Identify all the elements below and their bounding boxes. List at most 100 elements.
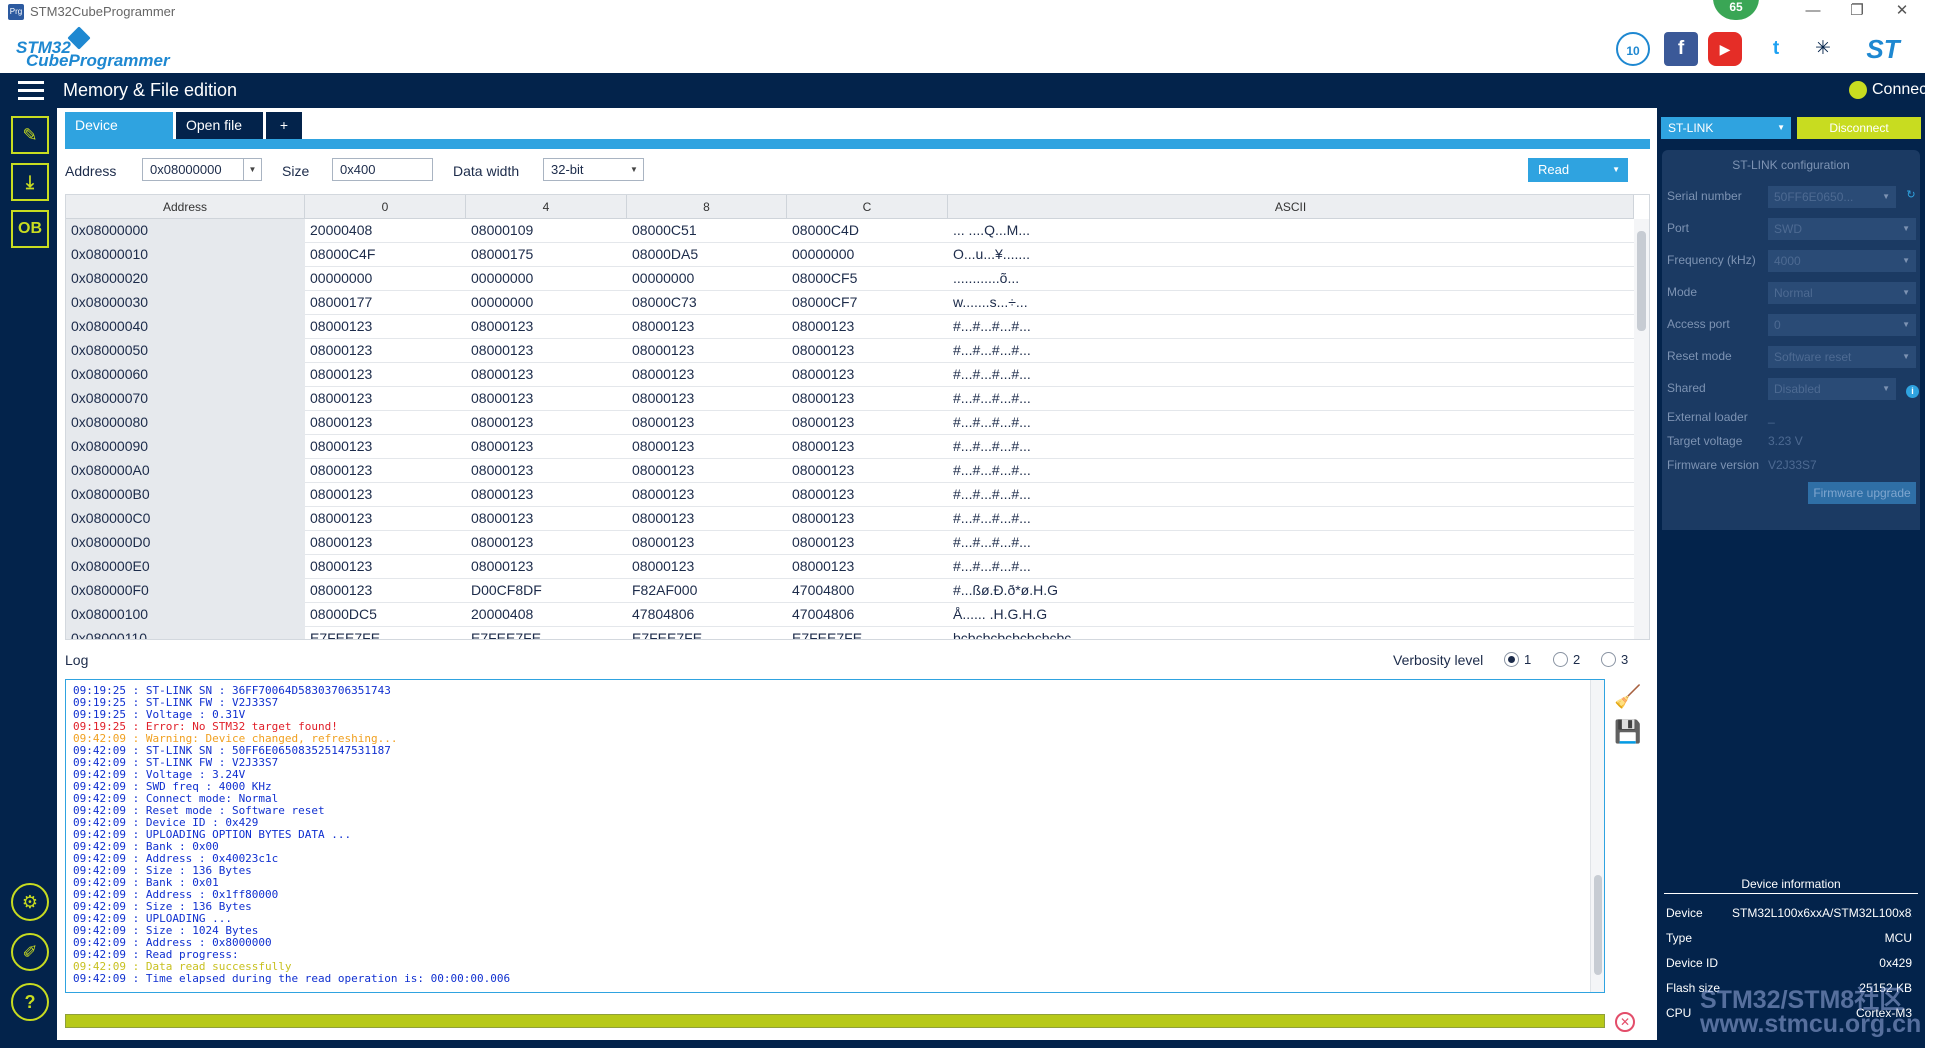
tab-add[interactable]: +	[266, 112, 302, 139]
data-cell[interactable]: 08000123	[627, 363, 787, 387]
table-row[interactable]: 0x08000040 08000123 08000123 08000123 080001…	[66, 315, 1634, 339]
cancel-icon[interactable]: ✕	[1615, 1012, 1635, 1032]
data-cell[interactable]: 08000123	[305, 459, 466, 483]
data-cell[interactable]: 08000123	[466, 339, 627, 363]
data-cell[interactable]: 08000123	[466, 531, 627, 555]
data-cell[interactable]: E7FEE7FE	[305, 627, 466, 639]
download-icon[interactable]: ⤓	[11, 163, 49, 201]
data-cell[interactable]: E7FEE7FE	[787, 627, 948, 639]
data-cell[interactable]: 47804806	[627, 603, 787, 627]
data-cell[interactable]: 00000000	[787, 243, 948, 267]
data-cell[interactable]: 08000123	[305, 555, 466, 579]
config-select[interactable]: SWD ▼	[1768, 218, 1916, 240]
settings-icon[interactable]: ⚙	[11, 883, 49, 921]
interface-select[interactable]: ST-LINK ▼	[1661, 117, 1791, 139]
twitter-icon[interactable]: t	[1759, 32, 1793, 66]
chevron-down-icon[interactable]: ▼	[1902, 250, 1910, 272]
table-row[interactable]: 0x080000A0 08000123 08000123 08000123 080001…	[66, 459, 1634, 483]
data-cell[interactable]: 08000123	[627, 555, 787, 579]
data-cell[interactable]: E7FEE7FE	[627, 627, 787, 639]
chevron-down-icon[interactable]: ▼	[625, 159, 643, 180]
data-cell[interactable]: 08000175	[466, 243, 627, 267]
config-select[interactable]: Software reset ▼	[1768, 346, 1916, 368]
chevron-down-icon[interactable]: ▼	[1777, 117, 1785, 139]
data-cell[interactable]: 08000DA5	[627, 243, 787, 267]
data-cell[interactable]: 08000DC5	[305, 603, 466, 627]
memory-table[interactable]: Address 0 4 8 C ASCII 0x08000000 20000408 08000…	[65, 194, 1650, 640]
data-cell[interactable]: 08000123	[787, 339, 948, 363]
verbosity-radio-2[interactable]	[1553, 652, 1568, 667]
chevron-down-icon[interactable]: ▼	[1882, 378, 1890, 400]
table-row[interactable]: 0x08000010 08000C4F 08000175 08000DA5 000000…	[66, 243, 1634, 267]
table-row[interactable]: 0x08000000 20000408 08000109 08000C51 08000C…	[66, 219, 1634, 243]
table-row[interactable]: 0x080000C0 08000123 08000123 08000123 080001…	[66, 507, 1634, 531]
config-select[interactable]: 50FF6E0650... ▼	[1768, 186, 1896, 208]
data-cell[interactable]: 08000123	[627, 483, 787, 507]
minimize-button[interactable]: —	[1793, 1, 1833, 21]
help-icon[interactable]: ?	[11, 983, 49, 1021]
data-cell[interactable]: 08000109	[466, 219, 627, 243]
table-row[interactable]: 0x080000F0 08000123 D00CF8DF F82AF000 470048…	[66, 579, 1634, 603]
data-cell[interactable]: 08000123	[305, 483, 466, 507]
data-cell[interactable]: 00000000	[627, 267, 787, 291]
table-row[interactable]: 0x080000D0 08000123 08000123 08000123 080001…	[66, 531, 1634, 555]
column-header[interactable]: 0	[305, 195, 466, 219]
data-cell[interactable]: 08000123	[627, 507, 787, 531]
data-cell[interactable]: E7FEE7FE	[466, 627, 627, 639]
firmware-upgrade-button[interactable]: Firmware upgrade	[1808, 482, 1916, 504]
chevron-down-icon[interactable]: ▼	[1902, 282, 1910, 304]
data-cell[interactable]: 08000CF5	[787, 267, 948, 291]
read-button[interactable]: Read ▼	[1528, 158, 1628, 182]
data-cell[interactable]: 00000000	[466, 291, 627, 315]
log-scrollbar[interactable]	[1590, 680, 1604, 992]
data-cell[interactable]: 08000123	[305, 507, 466, 531]
config-select[interactable]: Disabled ▼	[1768, 378, 1896, 400]
data-cell[interactable]: 08000123	[466, 459, 627, 483]
table-row[interactable]: 0x08000060 08000123 08000123 08000123 080001…	[66, 363, 1634, 387]
data-cell[interactable]: 08000C73	[627, 291, 787, 315]
table-row[interactable]: 0x080000E0 08000123 08000123 08000123 080001…	[66, 555, 1634, 579]
maximize-button[interactable]: ❐	[1837, 1, 1877, 21]
data-width-select[interactable]: 32-bit ▼	[543, 158, 644, 181]
data-cell[interactable]: 08000123	[787, 387, 948, 411]
tools-icon[interactable]: ✐	[11, 933, 49, 971]
data-cell[interactable]: 08000123	[466, 507, 627, 531]
chevron-down-icon[interactable]: ▼	[1612, 158, 1620, 182]
data-cell[interactable]: 08000C4D	[787, 219, 948, 243]
chevron-down-icon[interactable]: ▼	[1902, 346, 1910, 368]
data-cell[interactable]: 08000123	[627, 411, 787, 435]
tab-open-file[interactable]: Open file	[176, 112, 263, 139]
data-cell[interactable]: 08000123	[627, 387, 787, 411]
table-row[interactable]: 0x08000050 08000123 08000123 08000123 080001…	[66, 339, 1634, 363]
facebook-icon[interactable]: f	[1664, 32, 1698, 66]
table-row[interactable]: 0x08000080 08000123 08000123 08000123 080001…	[66, 411, 1634, 435]
memory-table-scrollbar[interactable]	[1634, 219, 1649, 639]
refresh-icon[interactable]: ↻	[1904, 188, 1918, 202]
tab-device-memory[interactable]: Device memory	[65, 112, 173, 160]
save-log-icon[interactable]: 💾	[1614, 719, 1641, 745]
option-bytes-icon[interactable]: OB	[11, 210, 49, 248]
chevron-down-icon[interactable]: ▼	[243, 159, 261, 180]
data-cell[interactable]: 08000123	[787, 435, 948, 459]
data-cell[interactable]: 08000123	[627, 459, 787, 483]
data-cell[interactable]: 08000123	[305, 339, 466, 363]
data-cell[interactable]: 47004806	[787, 603, 948, 627]
data-cell[interactable]: D00CF8DF	[466, 579, 627, 603]
data-cell[interactable]: 00000000	[305, 267, 466, 291]
data-cell[interactable]: 08000123	[787, 459, 948, 483]
data-cell[interactable]: 08000123	[787, 411, 948, 435]
data-cell[interactable]: 08000123	[466, 363, 627, 387]
table-row[interactable]: 0x08000090 08000123 08000123 08000123 080001…	[66, 435, 1634, 459]
data-cell[interactable]: 08000123	[466, 483, 627, 507]
config-select[interactable]: 0 ▼	[1768, 314, 1916, 336]
size-input[interactable]: 0x400	[332, 158, 433, 181]
data-cell[interactable]: 08000123	[627, 531, 787, 555]
chevron-down-icon[interactable]: ▼	[1902, 314, 1910, 336]
data-cell[interactable]: 08000123	[787, 483, 948, 507]
data-cell[interactable]: 08000123	[787, 315, 948, 339]
data-cell[interactable]: 00000000	[466, 267, 627, 291]
info-icon[interactable]: i	[1906, 385, 1919, 398]
data-cell[interactable]: 08000123	[466, 315, 627, 339]
data-cell[interactable]: 08000123	[305, 363, 466, 387]
memory-edit-icon[interactable]: ✎	[11, 116, 49, 154]
